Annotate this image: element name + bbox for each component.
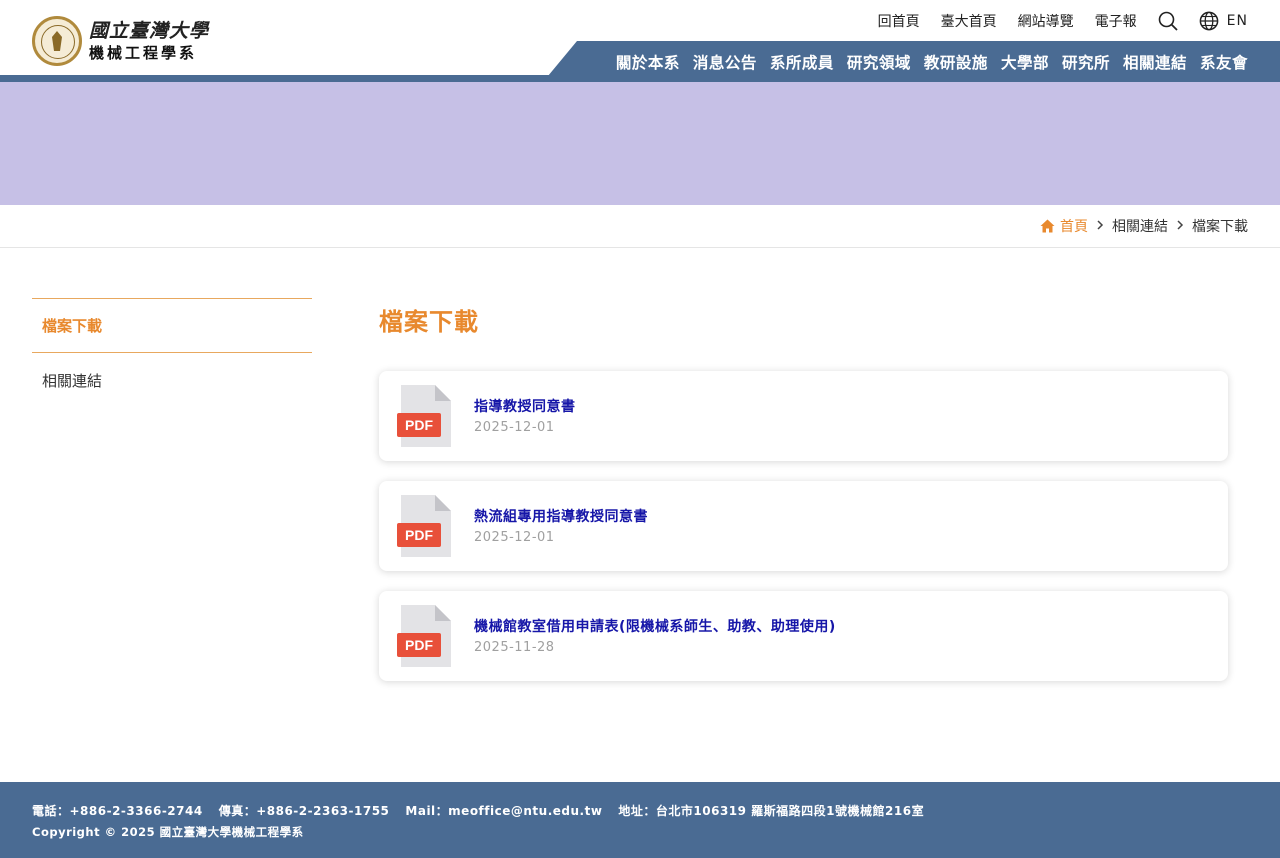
chevron-right-icon — [1096, 219, 1104, 234]
nav-links[interactable]: 相關連結 — [1123, 51, 1187, 73]
logo-department-name: 機械工程學系 — [89, 44, 198, 62]
globe-icon[interactable] — [1199, 11, 1219, 31]
file-date: 2025-12-01 — [474, 420, 555, 435]
home-icon — [1040, 219, 1055, 233]
breadcrumb: 首頁 相關連結 檔案下載 — [1040, 205, 1248, 247]
nav-members[interactable]: 系所成員 — [770, 51, 834, 73]
nav-facilities[interactable]: 教研設施 — [924, 51, 988, 73]
sidebar-menu: 檔案下載 相關連結 — [32, 298, 312, 408]
nav-graduate[interactable]: 研究所 — [1062, 51, 1110, 73]
nav-undergraduate[interactable]: 大學部 — [1001, 51, 1049, 73]
pdf-label: PDF — [405, 637, 433, 653]
nav-research[interactable]: 研究領域 — [847, 51, 911, 73]
sitemap-link[interactable]: 網站導覽 — [1018, 11, 1074, 31]
main-nav: 關於本系 消息公告 系所成員 研究領域 教研設施 大學部 研究所 相關連結 系友… — [603, 41, 1248, 82]
breadcrumb-current: 檔案下載 — [1192, 219, 1248, 235]
footer-copyright: Copyright © 2025 國立臺灣大學機械工程學系 — [32, 825, 304, 839]
nav-alumni[interactable]: 系友會 — [1200, 51, 1248, 73]
footer-fax: 傳真：+886-2-2363-1755 — [218, 804, 390, 818]
nav-about[interactable]: 關於本系 — [616, 51, 680, 73]
pdf-label: PDF — [405, 417, 433, 433]
home-link[interactable]: 回首頁 — [878, 11, 920, 31]
page-banner — [0, 82, 1280, 205]
pdf-file-icon: PDF — [397, 495, 451, 557]
footer-address: 地址：台北市106319 羅斯福路四段1號機械館216室 — [618, 804, 925, 818]
footer-contact: 電話：+886-2-3366-2744 傳真：+886-2-2363-1755 … — [32, 802, 940, 819]
sidebar-item-links[interactable]: 相關連結 — [32, 353, 312, 408]
pdf-label: PDF — [405, 527, 433, 543]
file-card[interactable]: PDF 機械館教室借用申請表(限機械系師生、助教、助理使用) 2025-11-2… — [379, 591, 1228, 681]
pdf-file-icon: PDF — [397, 385, 451, 447]
nav-news[interactable]: 消息公告 — [693, 51, 757, 73]
file-card[interactable]: PDF 指導教授同意書 2025-12-01 — [379, 371, 1228, 461]
breadcrumb-home[interactable]: 首頁 — [1040, 216, 1088, 236]
site-logo[interactable]: 國立臺灣大學 機械工程學系 — [32, 14, 212, 68]
pdf-file-icon: PDF — [397, 605, 451, 667]
chevron-right-icon — [1176, 219, 1184, 234]
file-title-link[interactable]: 指導教授同意書 — [474, 396, 576, 416]
breadcrumb-home-label: 首頁 — [1060, 219, 1088, 235]
utility-nav: 回首頁 臺大首頁 網站導覽 電子報 EN — [857, 10, 1248, 32]
breadcrumb-links[interactable]: 相關連結 — [1112, 216, 1168, 236]
file-list: PDF 指導教授同意書 2025-12-01 PDF 熱流組專用指導教授同意書 … — [379, 371, 1228, 701]
file-card[interactable]: PDF 熱流組專用指導教授同意書 2025-12-01 — [379, 481, 1228, 571]
logo-university-name: 國立臺灣大學 — [89, 20, 210, 42]
newsletter-link[interactable]: 電子報 — [1095, 11, 1137, 31]
file-date: 2025-12-01 — [474, 530, 555, 545]
file-date: 2025-11-28 — [474, 640, 555, 655]
footer-mail[interactable]: Mail：meoffice@ntu.edu.tw — [405, 802, 602, 819]
logo-text: 國立臺灣大學 機械工程學系 — [89, 19, 209, 63]
search-icon[interactable] — [1158, 11, 1178, 31]
file-title-link[interactable]: 機械館教室借用申請表(限機械系師生、助教、助理使用) — [474, 616, 836, 636]
ntu-home-link[interactable]: 臺大首頁 — [941, 11, 997, 31]
page-title: 檔案下載 — [379, 308, 479, 336]
file-title-link[interactable]: 熱流組專用指導教授同意書 — [474, 506, 648, 526]
site-header: 國立臺灣大學 機械工程學系 回首頁 臺大首頁 網站導覽 電子報 EN 關於本系 … — [0, 0, 1280, 82]
university-seal-icon — [32, 16, 82, 66]
footer-phone: 電話：+886-2-3366-2744 — [32, 804, 203, 818]
breadcrumb-bar: 首頁 相關連結 檔案下載 — [0, 205, 1280, 248]
sidebar-item-downloads[interactable]: 檔案下載 — [32, 298, 312, 353]
site-footer: 電話：+886-2-3366-2744 傳真：+886-2-2363-1755 … — [0, 782, 1280, 858]
language-switch[interactable]: EN — [1227, 13, 1248, 29]
